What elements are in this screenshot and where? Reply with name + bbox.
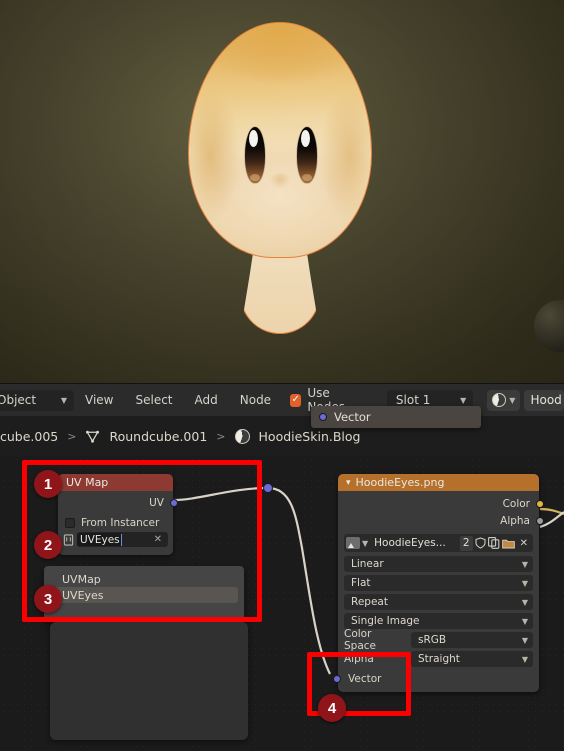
mesh-data-icon [86,430,100,443]
projection-dropdown[interactable]: Flat ▼ [344,575,533,591]
alpha-output-socket-icon[interactable] [536,517,544,525]
chevron-down-icon: ▼ [521,635,528,645]
node-empty-body[interactable] [50,622,248,740]
character-shade-left [189,71,243,241]
chevron-down-icon: ▼ [521,616,528,626]
character-shade-right [317,71,371,241]
character-nose [269,173,291,189]
alpha-mode-dropdown[interactable]: Straight ▼ [411,651,533,667]
source-value: Single Image [351,615,420,627]
chevron-down-icon: ▼ [460,395,467,405]
chevron-down-icon: ▼ [521,559,528,569]
extension-dropdown[interactable]: Repeat ▼ [344,594,533,610]
character-head [188,22,372,258]
annotation-badge-2: 2 [34,531,62,559]
menu-add[interactable]: Add [184,393,229,407]
breadcrumb-separator: > [216,429,226,443]
menu-view[interactable]: View [74,393,124,407]
chevron-down-icon: ▼ [521,654,528,664]
unlink-x-icon[interactable]: ✕ [517,536,531,551]
shader-type-dropdown[interactable]: Object ▼ [0,389,74,411]
breadcrumb-item-mesh[interactable]: Roundcube.001 [109,429,207,444]
eye-lowlight [250,174,260,181]
chevron-down-icon: ▼ [521,578,528,588]
folder-icon[interactable] [501,536,515,551]
alpha-output-row[interactable]: Alpha [338,512,544,530]
color-space-dropdown[interactable]: sRGB ▼ [411,632,533,648]
chevron-down-icon: ▼ [509,395,516,405]
character-head-model [188,22,372,334]
annotation-badge-3: 3 [34,585,62,613]
checkbox-checked-icon: ✓ [290,393,302,407]
interpolation-dropdown[interactable]: Linear ▼ [344,556,533,572]
image-datablock-name[interactable]: HoodieEyes... [370,537,458,549]
breadcrumb-item-object[interactable]: cube.005 [0,429,58,444]
chevron-down-icon[interactable]: ▼ [362,539,368,548]
3d-viewport[interactable] [0,0,564,383]
character-eye-right [297,127,317,183]
material-name-field[interactable]: Hood [524,389,564,411]
projection-value: Flat [351,577,371,589]
eye-highlight-icon [249,130,258,147]
menu-select[interactable]: Select [124,393,183,407]
material-slot-label: Slot 1 [395,393,431,407]
character-eye-left [245,127,265,183]
breadcrumb-item-material[interactable]: HoodieSkin.Blog [259,429,361,444]
color-space-label: Color Space [344,628,376,652]
color-output-row[interactable]: Color [338,491,544,512]
vector-socket-icon [319,413,327,421]
node-image-texture-title: HoodieEyes.png [355,476,445,489]
material-sphere-icon [492,393,507,407]
color-output-label: Color [502,497,530,510]
node-image-texture-header[interactable]: ▾ HoodieEyes.png [338,474,539,491]
menu-node[interactable]: Node [229,393,282,407]
vector-tooltip-label: Vector [334,410,371,424]
browse-material-button[interactable]: ▼ [487,389,521,411]
annotation-badge-4: 4 [318,694,346,722]
collapse-chevron-icon[interactable]: ▾ [346,478,351,488]
vector-socket-tooltip: Vector [311,406,481,428]
eye-highlight-icon [301,130,310,147]
color-space-value: sRGB [418,634,447,646]
image-browse-icon[interactable] [346,537,360,549]
eye-lowlight [302,174,312,181]
shield-icon[interactable] [475,536,486,551]
alpha-output-label: Alpha [500,515,530,527]
color-space-row[interactable]: Color Space sRGB ▼ [344,628,533,652]
chevron-down-icon: ▼ [60,395,67,405]
color-output-socket-icon[interactable] [536,500,544,508]
image-datablock-toolbar[interactable]: ▼ HoodieEyes... 2 ✕ [344,534,533,552]
chevron-down-icon: ▼ [521,597,528,607]
alpha-mode-value: Straight [418,653,460,665]
duplicate-icon[interactable] [487,536,500,551]
shader-type-label: Object [0,393,37,407]
extension-value: Repeat [351,596,388,608]
material-sphere-icon [234,428,250,444]
image-users-count[interactable]: 2 [459,535,473,551]
source-dropdown[interactable]: Single Image ▼ [344,613,533,629]
annotation-badge-1: 1 [34,470,62,498]
interpolation-value: Linear [351,558,384,570]
breadcrumb-separator: > [67,429,77,443]
